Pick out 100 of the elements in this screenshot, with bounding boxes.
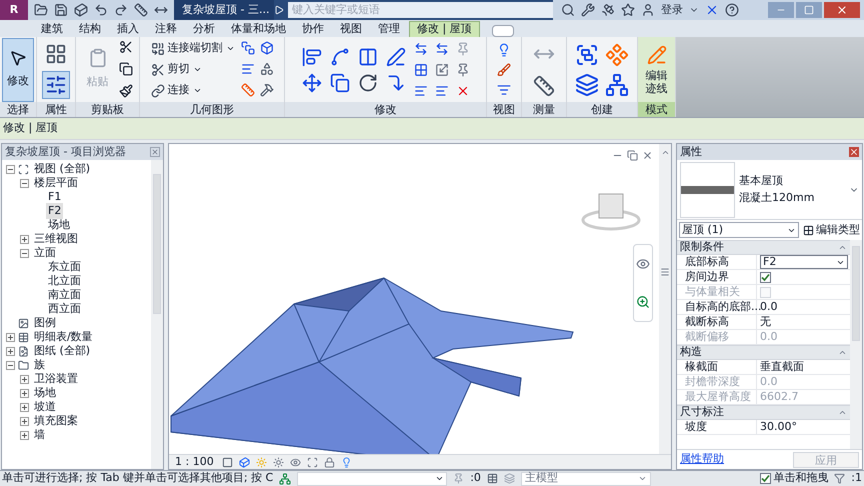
render-icon[interactable] — [290, 456, 301, 468]
tree-item[interactable]: 明细表/数量 — [32, 328, 95, 346]
close-icon[interactable] — [836, 4, 848, 16]
redo-icon[interactable] — [114, 3, 128, 17]
navigation-bar[interactable] — [633, 244, 653, 322]
hammer-icon[interactable] — [260, 82, 274, 96]
detail-level-icon[interactable] — [222, 456, 233, 468]
expand-icon[interactable] — [20, 402, 29, 412]
scrollbar[interactable] — [850, 240, 862, 449]
edit-type-button[interactable]: 编辑类型 — [803, 222, 860, 238]
search-field[interactable]: 键入关键字或短语 — [288, 2, 553, 18]
collapse-icon[interactable] — [838, 408, 847, 417]
drag-option[interactable]: 单击和拖曳 — [760, 470, 828, 486]
tree-item[interactable]: 场地 — [46, 216, 72, 234]
ribbon-tab[interactable]: 结构 — [72, 21, 108, 37]
open-folder-icon[interactable] — [34, 3, 48, 17]
ribbon-tab[interactable]: 体量和场地 — [224, 21, 293, 37]
tree-item[interactable]: 卫浴装置 — [32, 370, 80, 388]
collapse-icon[interactable] — [6, 164, 15, 174]
worksharing-icon[interactable] — [279, 472, 292, 484]
stack-icon[interactable] — [240, 40, 254, 54]
copy-icon[interactable] — [330, 72, 350, 92]
ruler-icon[interactable] — [240, 82, 254, 96]
undo-icon[interactable] — [94, 3, 108, 17]
ribbon-tab[interactable]: 注释 — [148, 21, 184, 37]
property-value[interactable]: 无 — [760, 314, 771, 330]
pin-icon[interactable] — [456, 62, 470, 76]
design-options-icon[interactable] — [486, 473, 498, 484]
collapse-icon[interactable] — [838, 243, 847, 252]
checkbox[interactable] — [760, 272, 771, 282]
copy-icon[interactable] — [118, 62, 132, 76]
trim-icon[interactable] — [386, 72, 406, 92]
mirror-draw-icon[interactable] — [386, 46, 406, 66]
visual-style-icon[interactable] — [238, 456, 250, 468]
linework-icon[interactable] — [497, 82, 511, 96]
scrollbar[interactable] — [151, 160, 163, 469]
ribbon-tab[interactable]: 视图 — [333, 21, 369, 37]
sign-in-link[interactable]: 登录 — [661, 2, 683, 18]
crop-icon[interactable] — [306, 456, 318, 468]
filter-icon[interactable] — [834, 473, 846, 484]
edit-footprint-button[interactable]: 编辑迹线 — [640, 44, 672, 94]
collapse-icon[interactable] — [6, 360, 15, 370]
lightbulb-icon[interactable] — [497, 42, 511, 56]
align-icon[interactable] — [302, 46, 322, 66]
restore-icon[interactable] — [627, 150, 638, 161]
caret-icon[interactable] — [192, 86, 202, 95]
close-icon[interactable] — [849, 147, 859, 157]
wrench-icon[interactable] — [581, 3, 595, 17]
help-icon[interactable] — [725, 3, 739, 17]
component-icon[interactable] — [605, 42, 629, 66]
tree-item[interactable]: 北立面 — [46, 272, 83, 290]
expand-icon[interactable] — [20, 388, 29, 398]
tree-item[interactable]: F2 — [46, 202, 64, 220]
tree-item[interactable]: 三维视图 — [32, 230, 80, 248]
restore-icon[interactable] — [804, 5, 814, 15]
cut-icon[interactable] — [150, 62, 164, 76]
join-cut-icon[interactable] — [150, 42, 164, 56]
property-value[interactable]: 垂直截面 — [760, 358, 804, 376]
geometry-tool-button[interactable]: 剪切 — [150, 62, 234, 78]
panel-toggle-icon[interactable] — [492, 25, 514, 37]
tree-item[interactable]: 族 — [32, 356, 47, 374]
scale-icon[interactable] — [434, 62, 448, 76]
expand-icon[interactable] — [20, 430, 29, 440]
star-icon[interactable] — [621, 3, 635, 17]
hide-icon[interactable] — [340, 456, 352, 468]
tree-item[interactable]: 西立面 — [46, 300, 83, 318]
view-scale[interactable]: 1 : 100 — [173, 454, 216, 470]
expand-icon[interactable] — [20, 416, 29, 426]
restore-button[interactable] — [796, 2, 822, 18]
ribbon-tab[interactable]: 管理 — [371, 21, 407, 37]
shadows-icon[interactable] — [272, 456, 284, 468]
collapse-icon[interactable] — [20, 178, 29, 188]
checkbox[interactable] — [760, 473, 772, 484]
close-icon[interactable] — [150, 147, 160, 157]
expand-icon[interactable] — [6, 332, 15, 342]
measure-icon[interactable] — [533, 74, 555, 96]
geometry-tool-button[interactable]: 连接 — [150, 82, 234, 98]
paintbrush-icon[interactable] — [118, 84, 132, 98]
layers-icon[interactable] — [575, 72, 599, 96]
caret-icon[interactable] — [192, 65, 202, 74]
ribbon-tab[interactable]: 协作 — [295, 21, 331, 37]
ribbon-tab[interactable]: 修改 | 屋顶 — [409, 21, 480, 37]
group-icon[interactable] — [575, 42, 599, 66]
model-dropdown[interactable]: 主模型 — [520, 472, 651, 486]
property-value[interactable]: 0.0 — [760, 298, 778, 316]
modify-tool-button[interactable]: 修改 — [2, 38, 34, 102]
zoom-icon[interactable] — [636, 295, 650, 309]
lock-icon[interactable] — [324, 456, 335, 468]
tree-item[interactable]: 坡道 — [32, 398, 58, 416]
collapse-icon[interactable] — [20, 248, 29, 258]
tree-item[interactable]: 图纸 (全部) — [32, 342, 92, 360]
ribbon-tab[interactable]: 插入 — [110, 21, 146, 37]
ribbon-tab[interactable]: 建筑 — [34, 21, 70, 37]
rotate-icon[interactable] — [358, 72, 378, 92]
properties-help-link[interactable]: 属性帮助 — [680, 451, 724, 468]
tree-item[interactable]: 墙 — [32, 426, 47, 444]
scissors-icon[interactable] — [118, 40, 132, 54]
join-icon[interactable] — [150, 84, 164, 98]
box-icon[interactable] — [260, 40, 274, 54]
group-header[interactable]: 构造 — [680, 344, 702, 361]
